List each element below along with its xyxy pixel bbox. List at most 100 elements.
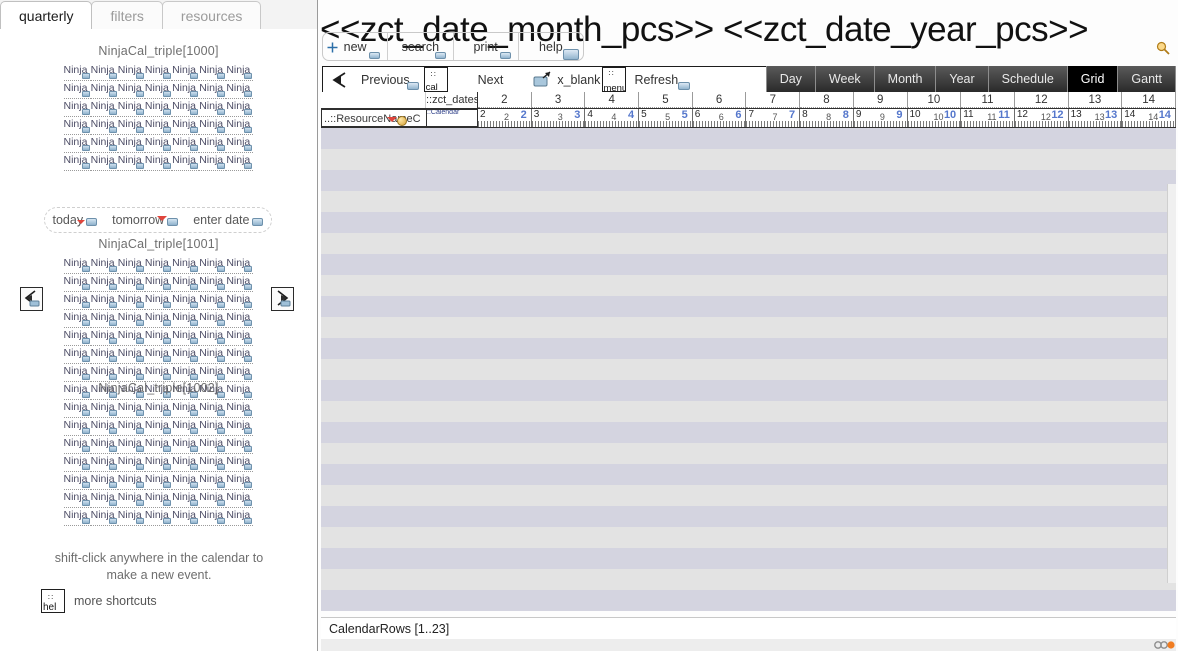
table-row[interactable] xyxy=(321,254,1176,275)
toolbar-search-button[interactable]: search xyxy=(388,33,454,60)
mini-calendar-day-cell[interactable]: Ninja xyxy=(144,362,173,382)
zoom-search-icon[interactable] xyxy=(1156,41,1170,55)
mini-calendar-day-cell[interactable]: Ninja xyxy=(144,61,173,81)
mini-calendar-day-cell[interactable]: Ninja xyxy=(199,97,227,117)
grid-day-cell[interactable]: 666 xyxy=(692,109,747,127)
mini-calendar-day-cell[interactable]: Ninja xyxy=(172,488,200,508)
mini-calendar-day-cell[interactable]: Ninja xyxy=(117,416,145,436)
grid-day-cell[interactable]: 777 xyxy=(746,109,801,127)
table-row[interactable] xyxy=(321,275,1176,296)
mini-calendar-day-cell[interactable]: Ninja xyxy=(117,326,145,346)
mini-calendar-day-cell[interactable]: Ninja xyxy=(226,398,254,418)
grid-day-cell[interactable]: 333 xyxy=(531,109,586,127)
mini-calendar-day-cell[interactable]: Ninja xyxy=(199,133,227,153)
mini-calendar-day-cell[interactable]: Ninja xyxy=(63,79,91,99)
toolbar-print-button[interactable]: print xyxy=(454,33,519,60)
mini-calendar-day-cell[interactable]: Ninja xyxy=(90,506,118,526)
grid-column-header[interactable]: 4 xyxy=(585,92,640,108)
mini-calendar-day-cell[interactable]: Ninja xyxy=(90,254,118,274)
mini-calendar-day-cell[interactable]: Ninja xyxy=(90,151,118,171)
mini-calendar-day-cell[interactable]: Ninja xyxy=(144,398,173,418)
calendar-field-cell[interactable]: ::Calendar xyxy=(426,109,478,127)
mini-calendar-day-cell[interactable]: Ninja xyxy=(226,133,254,153)
mini-calendar-day-cell[interactable]: Ninja xyxy=(172,398,200,418)
mini-calendar-day-cell[interactable]: Ninja xyxy=(63,308,91,328)
calendar-prev-arrow-button[interactable] xyxy=(20,287,43,311)
mini-calendar-day-cell[interactable]: Ninja xyxy=(226,470,254,490)
mini-calendar-day-cell[interactable]: Ninja xyxy=(172,61,200,81)
mini-calendar-day-cell[interactable]: Ninja xyxy=(117,344,145,364)
grid-column-header[interactable]: 2 xyxy=(478,92,532,108)
mini-calendar-day-cell[interactable]: Ninja xyxy=(90,488,118,508)
table-row[interactable] xyxy=(321,170,1176,191)
mini-calendar-day-cell[interactable]: Ninja xyxy=(90,416,118,436)
mini-calendar-day-cell[interactable]: Ninja xyxy=(90,344,118,364)
mini-calendar-day-cell[interactable]: Ninja xyxy=(63,290,91,310)
grid-column-header[interactable]: 11 xyxy=(961,92,1015,108)
mini-calendar-day-cell[interactable]: Ninja xyxy=(63,115,91,135)
mini-calendar-day-cell[interactable]: Ninja xyxy=(144,308,173,328)
next-button[interactable]: Next xyxy=(452,67,534,92)
view-tab-year[interactable]: Year xyxy=(936,66,989,92)
resize-grip-icon[interactable] xyxy=(1152,636,1176,650)
mini-calendar-day-cell[interactable]: Ninja xyxy=(199,326,227,346)
mini-calendar-day-cell[interactable]: Ninja xyxy=(63,470,91,490)
mini-calendar-day-cell[interactable]: Ninja xyxy=(144,133,173,153)
mini-calendar-day-cell[interactable]: Ninja xyxy=(226,434,254,454)
mini-calendar-day-cell[interactable]: Ninja xyxy=(117,79,145,99)
mini-calendar-day-cell[interactable]: Ninja xyxy=(172,434,200,454)
table-row[interactable] xyxy=(321,296,1176,317)
mini-calendar-day-cell[interactable]: Ninja xyxy=(90,97,118,117)
mini-calendar-day-cell[interactable]: Ninja xyxy=(117,151,145,171)
grid-column-header[interactable]: 10 xyxy=(907,92,962,108)
mini-calendar-day-cell[interactable]: Ninja xyxy=(199,488,227,508)
mini-calendar-day-cell[interactable]: Ninja xyxy=(226,79,254,99)
mini-calendar-day-cell[interactable]: Ninja xyxy=(144,470,173,490)
mini-calendar-day-cell[interactable]: Ninja xyxy=(172,290,200,310)
mini-calendar-day-cell[interactable]: Ninja xyxy=(172,452,200,472)
table-row[interactable] xyxy=(321,443,1176,464)
mini-calendar-day-cell[interactable]: Ninja xyxy=(226,506,254,526)
table-row[interactable] xyxy=(321,422,1176,443)
mini-calendar-day-cell[interactable]: Ninja xyxy=(117,272,145,292)
table-row[interactable] xyxy=(321,506,1176,527)
mini-calendar-day-cell[interactable]: Ninja xyxy=(144,79,173,99)
mini-calendar-day-cell[interactable]: Ninja xyxy=(199,115,227,135)
mini-calendar-day-cell[interactable]: Ninja xyxy=(226,344,254,364)
mini-calendar-day-cell[interactable]: Ninja xyxy=(199,452,227,472)
mini-calendar-day-cell[interactable]: Ninja xyxy=(226,362,254,382)
mini-calendar-day-cell[interactable]: Ninja xyxy=(144,506,173,526)
mini-calendar-day-cell[interactable]: Ninja xyxy=(226,488,254,508)
mini-calendar-day-cell[interactable]: Ninja xyxy=(117,362,145,382)
sidebar-tab-quarterly[interactable]: quarterly xyxy=(0,1,93,29)
mini-calendar-day-cell[interactable]: Ninja xyxy=(199,398,227,418)
mini-calendar-day-cell[interactable]: Ninja xyxy=(144,254,173,274)
mini-calendar-day-cell[interactable]: Ninja xyxy=(90,272,118,292)
mini-calendar-day-cell[interactable]: Ninja xyxy=(144,290,173,310)
grid-day-cell[interactable]: 555 xyxy=(639,109,693,127)
view-tab-grid[interactable]: Grid xyxy=(1067,66,1119,92)
grid-day-cell[interactable]: 11 11 11 xyxy=(961,109,1015,127)
mini-calendar-day-cell[interactable]: Ninja xyxy=(226,254,254,274)
mini-calendar-day-cell[interactable]: Ninja xyxy=(144,326,173,346)
date-shortcut-tomorrow[interactable]: tomorrow xyxy=(112,213,179,227)
mini-calendar-day-cell[interactable]: Ninja xyxy=(172,362,200,382)
mini-calendar-day-cell[interactable]: Ninja xyxy=(226,151,254,171)
grid-column-header[interactable]: 3 xyxy=(531,92,586,108)
grid-column-header[interactable]: 5 xyxy=(639,92,693,108)
table-row[interactable] xyxy=(321,590,1176,611)
mini-calendar-day-cell[interactable]: Ninja xyxy=(117,434,145,454)
mini-calendar-day-cell[interactable]: Ninja xyxy=(199,416,227,436)
grid-day-cell[interactable]: 13 13 13 xyxy=(1068,109,1123,127)
table-row[interactable] xyxy=(321,485,1176,506)
mini-calendar-day-cell[interactable]: Ninja xyxy=(199,61,227,81)
mini-calendar-day-cell[interactable]: Ninja xyxy=(117,308,145,328)
mini-calendar-day-cell[interactable]: Ninja xyxy=(63,398,91,418)
mini-calendar-day-cell[interactable]: Ninja xyxy=(172,326,200,346)
mini-calendar-grid[interactable]: Ninja Ninja Ninja Ninja Ninja Ninja Ninja Ninja… xyxy=(63,61,254,171)
mini-calendar-day-cell[interactable]: Ninja xyxy=(226,115,254,135)
grid-rows-container[interactable] xyxy=(321,128,1176,617)
mini-calendar-day-cell[interactable]: Ninja xyxy=(63,362,91,382)
toolbar-new-button[interactable]: new xyxy=(323,33,389,60)
mini-calendar-day-cell[interactable]: Ninja xyxy=(199,272,227,292)
